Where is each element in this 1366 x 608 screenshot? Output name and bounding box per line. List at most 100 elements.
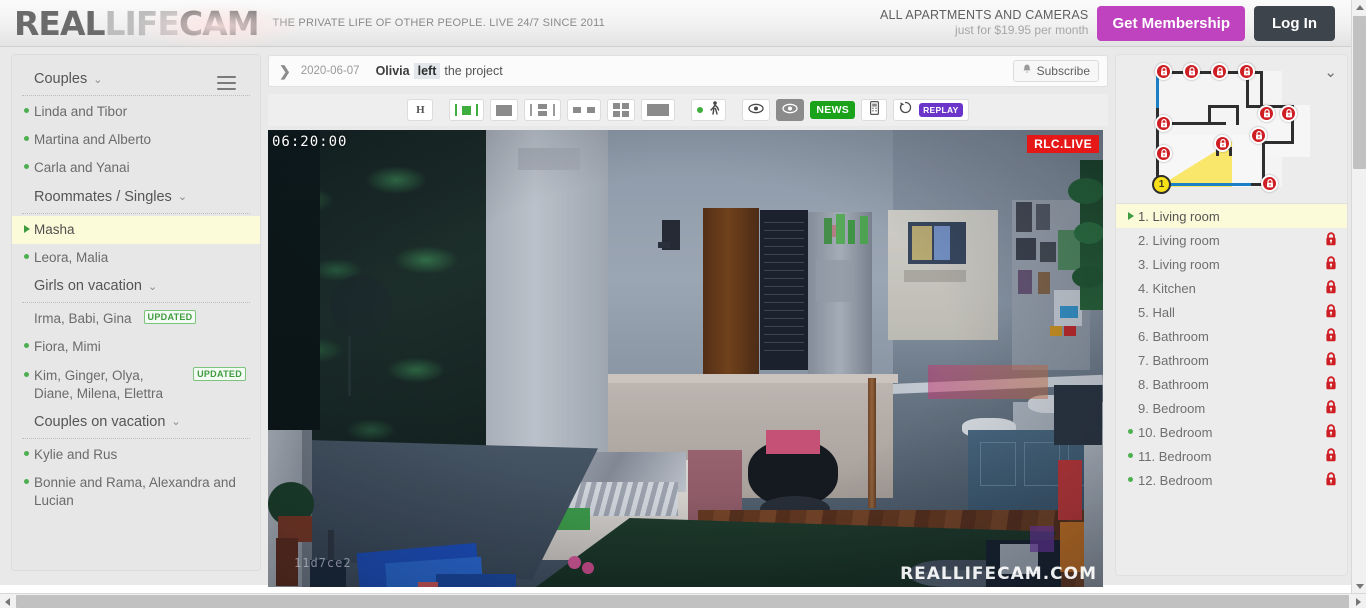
layout-full-button[interactable] xyxy=(641,99,676,121)
replay-button[interactable]: REPLAY xyxy=(893,99,969,121)
stream-hash: 11d7ce2 xyxy=(294,556,352,570)
full-pane-icon xyxy=(647,104,670,116)
lock-icon[interactable] xyxy=(1325,447,1337,465)
mobile-view-button[interactable] xyxy=(861,99,888,121)
lock-icon[interactable] xyxy=(1214,135,1231,152)
scroll-left-button[interactable] xyxy=(0,594,15,608)
eye-visible-button[interactable] xyxy=(742,99,771,121)
camera-list-item[interactable]: 10. Bedroom xyxy=(1116,420,1347,444)
sidebar-item[interactable]: Masha xyxy=(12,215,260,244)
camera-list-item[interactable]: 2. Living room xyxy=(1116,228,1347,252)
site-tagline: THE PRIVATE LIFE OF OTHER PEOPLE. LIVE 2… xyxy=(272,17,605,29)
chevron-down-icon[interactable]: ⌄ xyxy=(171,415,180,428)
scroll-down-button[interactable] xyxy=(1352,579,1366,594)
camera-list-item[interactable]: 6. Bathroom xyxy=(1116,324,1347,348)
camera-list-item[interactable]: 7. Bathroom xyxy=(1116,348,1347,372)
lock-icon[interactable] xyxy=(1238,63,1255,80)
camera-marker-1[interactable]: 1 xyxy=(1152,175,1171,194)
hd-label: H xyxy=(416,104,425,116)
chevron-down-icon[interactable]: ⌄ xyxy=(148,280,157,293)
lock-icon[interactable] xyxy=(1155,145,1172,162)
camera-list-item[interactable]: 1. Living room xyxy=(1116,204,1347,228)
camera-list-item[interactable]: 4. Kitchen xyxy=(1116,276,1347,300)
camera-list-item[interactable]: 9. Bedroom xyxy=(1116,396,1347,420)
logo-part-life: LIFE xyxy=(104,3,180,43)
camera-list-item[interactable]: 5. Hall xyxy=(1116,300,1347,324)
lock-icon[interactable] xyxy=(1155,63,1172,80)
sidebar-item[interactable]: Kylie and Rus xyxy=(12,441,260,469)
sidebar-item[interactable]: Linda and Tibor xyxy=(12,98,260,126)
lock-icon[interactable] xyxy=(1211,63,1228,80)
sidebar-item[interactable]: Kim, Ginger, Olya, Diane, Milena, Elettr… xyxy=(12,362,260,408)
layout-two-button[interactable] xyxy=(567,99,602,121)
news-button[interactable]: NEWS xyxy=(810,101,856,119)
lock-icon[interactable] xyxy=(1258,105,1275,122)
vertical-scrollbar[interactable] xyxy=(1351,0,1366,594)
camera-list-item[interactable]: 11. Bedroom xyxy=(1116,444,1347,468)
lock-icon[interactable] xyxy=(1261,175,1278,192)
lock-icon[interactable] xyxy=(1325,399,1337,417)
log-in-button[interactable]: Log In xyxy=(1254,5,1335,41)
layout-one-plus-two-button[interactable] xyxy=(524,99,562,121)
horizontal-scrollbar[interactable] xyxy=(0,593,1366,608)
sidebar-group-header[interactable]: Couples on vacation ⌄ xyxy=(22,408,250,439)
sidebar-item[interactable]: Irma, Babi, Gina UPDATED xyxy=(12,305,260,333)
camera-list-item[interactable]: 8. Bathroom xyxy=(1116,372,1347,396)
lock-icon[interactable] xyxy=(1325,351,1337,369)
horizontal-scroll-thumb[interactable] xyxy=(16,595,1349,608)
sidebar-group-header[interactable]: Roommates / Singles ⌄ xyxy=(22,183,250,214)
layout-four-button[interactable] xyxy=(607,99,636,121)
notice-person-name[interactable]: Olivia xyxy=(376,64,410,78)
lock-icon[interactable] xyxy=(1183,63,1200,80)
video-player[interactable]: 06:20:00 RLC.LIVE 11d7ce2 REALLIFECAM.CO… xyxy=(268,130,1103,587)
vertical-scroll-thumb[interactable] xyxy=(1353,16,1366,169)
lock-icon[interactable] xyxy=(1325,423,1337,441)
layout-single-button[interactable] xyxy=(490,99,519,121)
video-toolbar: H NEWS REPLAY xyxy=(268,94,1108,126)
subscribe-label: Subscribe xyxy=(1036,64,1090,78)
motion-detect-button[interactable] xyxy=(691,99,727,121)
eye-hidden-button[interactable] xyxy=(776,99,805,121)
sidebar-item-label: Kylie and Rus xyxy=(34,446,118,462)
lock-icon[interactable] xyxy=(1280,105,1297,122)
chevron-down-icon[interactable]: ⌄ xyxy=(1324,63,1337,81)
subscribe-button[interactable]: Subscribe xyxy=(1012,60,1099,82)
sidebar-group-title: Roommates / Singles xyxy=(34,188,172,205)
chevron-down-icon[interactable]: ⌄ xyxy=(93,73,102,86)
scroll-up-button[interactable] xyxy=(1352,0,1366,15)
sidebar-item-label: Linda and Tibor xyxy=(34,104,128,119)
lock-icon[interactable] xyxy=(1325,279,1337,297)
lock-icon[interactable] xyxy=(1325,303,1337,321)
camera-list-item[interactable]: 12. Bedroom xyxy=(1116,468,1347,492)
sidebar-item[interactable]: Carla and Yanai xyxy=(12,154,260,182)
chevron-down-icon[interactable]: ⌄ xyxy=(178,190,187,203)
pane-icon xyxy=(587,107,596,113)
hd-quality-button[interactable]: H xyxy=(407,99,434,121)
camera-list-item[interactable]: 3. Living room xyxy=(1116,252,1347,276)
menu-hamburger-icon[interactable] xyxy=(217,76,236,90)
lock-icon[interactable] xyxy=(1325,255,1337,273)
scroll-right-button[interactable] xyxy=(1351,594,1366,608)
layout-single-highlight-button[interactable] xyxy=(449,99,485,121)
notice-expand-icon[interactable]: ❯ xyxy=(279,63,291,80)
lock-icon[interactable] xyxy=(1325,327,1337,345)
lock-icon[interactable] xyxy=(1325,231,1337,249)
online-status-dot xyxy=(1128,477,1133,482)
sidebar-group-header[interactable]: Girls on vacation ⌄ xyxy=(22,272,250,304)
get-membership-button[interactable]: Get Membership xyxy=(1097,5,1245,41)
site-logo[interactable]: REALLIFECAM xyxy=(14,2,304,49)
lock-icon[interactable] xyxy=(1250,127,1267,144)
floor-plan[interactable]: 1 xyxy=(1150,63,1310,194)
lock-icon[interactable] xyxy=(1325,471,1337,489)
sidebar-item[interactable]: Fiora, Mimi xyxy=(12,333,260,361)
sidebar-group-header[interactable]: Couples ⌄ xyxy=(22,65,250,96)
sidebar-item[interactable]: Bonnie and Rama, Alexandra and Lucian xyxy=(12,469,260,515)
sidebar-item[interactable]: Martina and Alberto xyxy=(12,126,260,154)
replay-arrow-icon xyxy=(899,101,912,119)
online-status-dot xyxy=(24,253,29,259)
notice-rest: the project xyxy=(444,64,503,78)
left-sidebar: Couples ⌄ Linda and Tibor Martina and Alber… xyxy=(12,55,260,570)
lock-icon[interactable] xyxy=(1155,115,1172,132)
sidebar-item[interactable]: Leora, Malia xyxy=(12,244,260,272)
lock-icon[interactable] xyxy=(1325,375,1337,393)
